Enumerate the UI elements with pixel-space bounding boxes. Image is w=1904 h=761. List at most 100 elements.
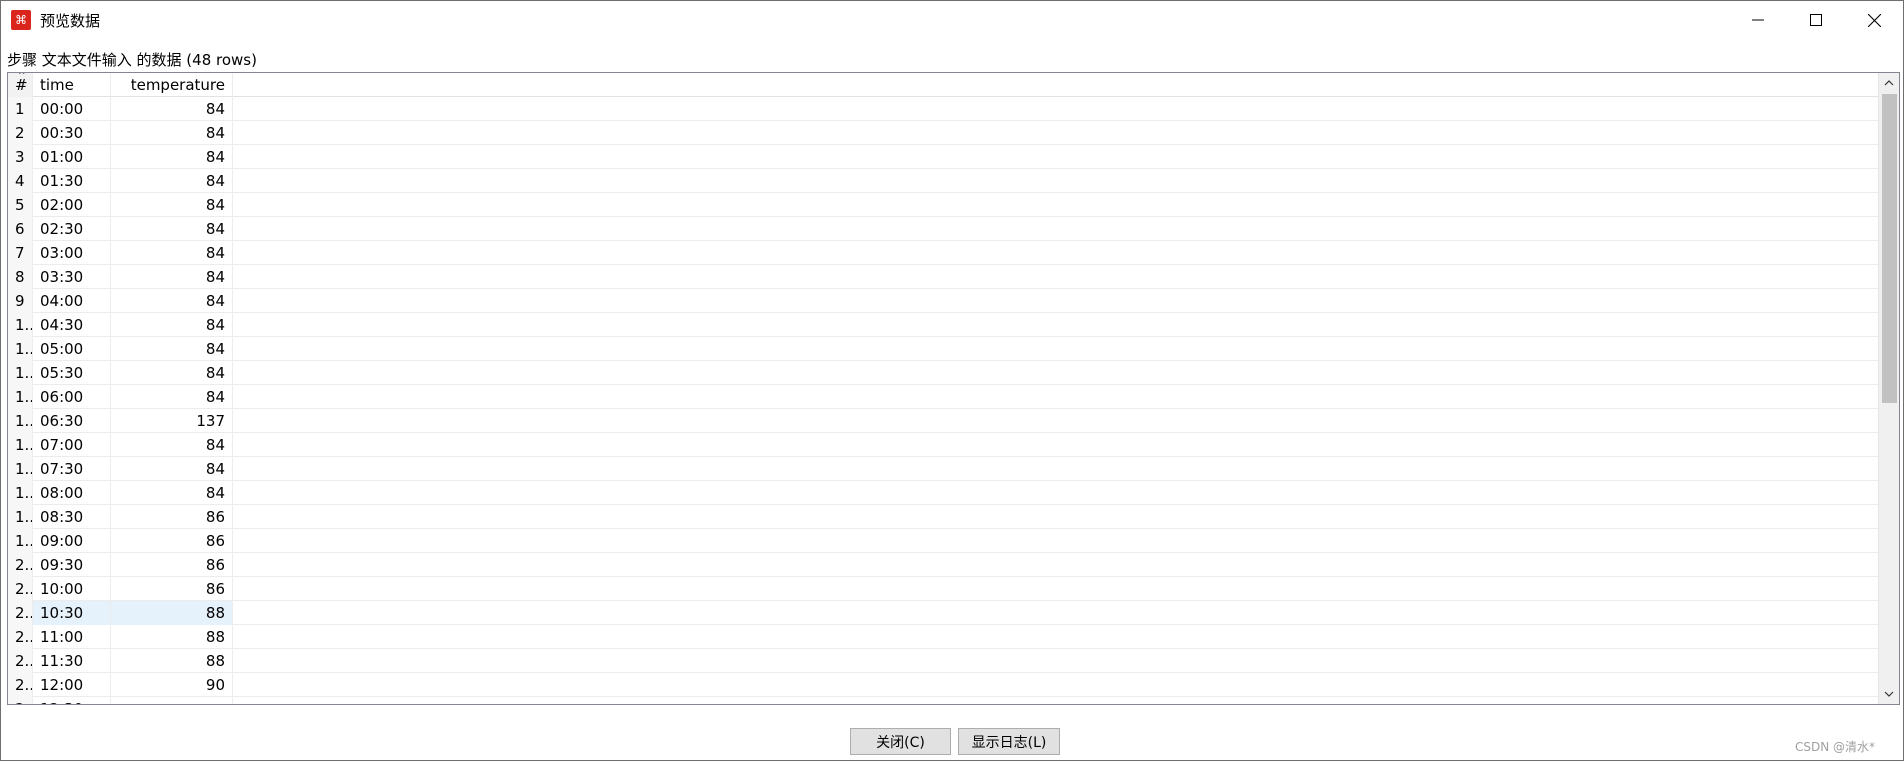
row-number-cell[interactable]: 1..	[8, 481, 33, 505]
temperature-cell[interactable]: 84	[111, 97, 233, 121]
temperature-cell[interactable]: 84	[111, 361, 233, 385]
table-row[interactable]: 1.. 04:30 84	[8, 313, 1878, 337]
scroll-up-button[interactable]	[1879, 73, 1899, 93]
temperature-cell[interactable]: 86	[111, 577, 233, 601]
row-number-cell[interactable]: 9	[8, 289, 33, 313]
table-row[interactable]: 1.. 09:00 86	[8, 529, 1878, 553]
table-row[interactable]: 1.. 05:30 84	[8, 361, 1878, 385]
time-cell[interactable]: 04:30	[33, 313, 111, 337]
temperature-cell[interactable]: 84	[111, 289, 233, 313]
row-number-cell[interactable]: 7	[8, 241, 33, 265]
table-row[interactable]: 1.. 06:30 137	[8, 409, 1878, 433]
row-number-cell[interactable]: 2..	[8, 649, 33, 673]
row-number-cell[interactable]: 2..	[8, 625, 33, 649]
time-cell[interactable]: 04:00	[33, 289, 111, 313]
row-number-cell[interactable]: 1..	[8, 361, 33, 385]
time-cell[interactable]: 05:00	[33, 337, 111, 361]
time-cell[interactable]: 10:30	[33, 601, 111, 625]
time-cell[interactable]: 09:30	[33, 553, 111, 577]
table-row[interactable]: 1.. 06:00 84	[8, 385, 1878, 409]
table-row[interactable]: 7 03:00 84	[8, 241, 1878, 265]
table-row[interactable]: 1.. 08:00 84	[8, 481, 1878, 505]
temperature-cell[interactable]: 90	[111, 673, 233, 697]
time-cell[interactable]: 11:00	[33, 625, 111, 649]
time-cell[interactable]: 10:00	[33, 577, 111, 601]
row-number-cell[interactable]: 2..	[8, 673, 33, 697]
table-row[interactable]: 2.. 09:30 86	[8, 553, 1878, 577]
time-cell[interactable]: 07:00	[33, 433, 111, 457]
temperature-cell[interactable]: 84	[111, 169, 233, 193]
table-row[interactable]: 1.. 07:00 84	[8, 433, 1878, 457]
vertical-scrollbar[interactable]	[1878, 73, 1899, 704]
table-row[interactable]: 2 00:30 84	[8, 121, 1878, 145]
time-cell[interactable]: 07:30	[33, 457, 111, 481]
table-row[interactable]: 1.. 05:00 84	[8, 337, 1878, 361]
time-cell[interactable]: 05:30	[33, 361, 111, 385]
show-log-button[interactable]: 显示日志(L)	[958, 728, 1060, 755]
row-number-cell[interactable]: 8	[8, 265, 33, 289]
row-number-cell[interactable]: 3	[8, 145, 33, 169]
row-number-cell[interactable]: 1..	[8, 337, 33, 361]
time-cell[interactable]: 01:30	[33, 169, 111, 193]
row-number-cell[interactable]: 5	[8, 193, 33, 217]
temperature-cell[interactable]: 86	[111, 529, 233, 553]
row-number-cell[interactable]: 1..	[8, 409, 33, 433]
column-header-time[interactable]: time	[33, 73, 111, 97]
temperature-cell[interactable]: 84	[111, 337, 233, 361]
row-number-cell[interactable]: 2..	[8, 697, 33, 704]
temperature-cell[interactable]: 88	[111, 649, 233, 673]
time-cell[interactable]: 03:30	[33, 265, 111, 289]
row-number-cell[interactable]: 2..	[8, 601, 33, 625]
temperature-cell[interactable]: 84	[111, 217, 233, 241]
time-cell[interactable]: 00:30	[33, 121, 111, 145]
temperature-cell[interactable]: 84	[111, 433, 233, 457]
temperature-cell[interactable]: 84	[111, 313, 233, 337]
time-cell[interactable]: 09:00	[33, 529, 111, 553]
row-number-cell[interactable]: 1..	[8, 313, 33, 337]
time-cell[interactable]: 03:00	[33, 241, 111, 265]
table-row[interactable]: 3 01:00 84	[8, 145, 1878, 169]
data-grid[interactable]: ^ # time temperature 1 00:00 84 2 00:30 84 3 01…	[7, 72, 1900, 705]
table-row[interactable]: 2..12:30	[8, 697, 1878, 704]
row-number-cell[interactable]: 1..	[8, 433, 33, 457]
row-number-cell[interactable]: 6	[8, 217, 33, 241]
close-button[interactable]: 关闭(C)	[850, 728, 951, 755]
time-cell[interactable]: 06:30	[33, 409, 111, 433]
row-number-cell[interactable]: 2..	[8, 553, 33, 577]
temperature-cell[interactable]: 84	[111, 193, 233, 217]
close-window-button[interactable]	[1845, 1, 1903, 39]
table-row[interactable]: 4 01:30 84	[8, 169, 1878, 193]
row-number-cell[interactable]: 1..	[8, 457, 33, 481]
table-row[interactable]: 1.. 08:30 86	[8, 505, 1878, 529]
table-row[interactable]: 2.. 12:00 90	[8, 673, 1878, 697]
table-row[interactable]: 2.. 10:30 88	[8, 601, 1878, 625]
table-row[interactable]: 2.. 11:00 88	[8, 625, 1878, 649]
temperature-cell[interactable]	[111, 697, 233, 704]
temperature-cell[interactable]: 84	[111, 481, 233, 505]
temperature-cell[interactable]: 86	[111, 505, 233, 529]
temperature-cell[interactable]: 84	[111, 121, 233, 145]
scrollbar-thumb[interactable]	[1882, 94, 1897, 403]
column-header-number[interactable]: ^ #	[8, 73, 33, 97]
table-row[interactable]: 8 03:30 84	[8, 265, 1878, 289]
row-number-cell[interactable]: 1	[8, 97, 33, 121]
time-cell[interactable]: 02:00	[33, 193, 111, 217]
table-row[interactable]: 5 02:00 84	[8, 193, 1878, 217]
time-cell[interactable]: 00:00	[33, 97, 111, 121]
row-number-cell[interactable]: 2	[8, 121, 33, 145]
time-cell[interactable]: 12:30	[33, 697, 111, 704]
table-row[interactable]: 6 02:30 84	[8, 217, 1878, 241]
scroll-down-button[interactable]	[1879, 684, 1899, 704]
temperature-cell[interactable]: 88	[111, 625, 233, 649]
title-bar[interactable]: ⌘ 预览数据	[1, 1, 1903, 39]
row-number-cell[interactable]: 2..	[8, 577, 33, 601]
table-row[interactable]: 2.. 10:00 86	[8, 577, 1878, 601]
temperature-cell[interactable]: 88	[111, 601, 233, 625]
time-cell[interactable]: 11:30	[33, 649, 111, 673]
time-cell[interactable]: 01:00	[33, 145, 111, 169]
row-number-cell[interactable]: 1..	[8, 505, 33, 529]
temperature-cell[interactable]: 137	[111, 409, 233, 433]
temperature-cell[interactable]: 84	[111, 241, 233, 265]
temperature-cell[interactable]: 86	[111, 553, 233, 577]
table-row[interactable]: 2.. 11:30 88	[8, 649, 1878, 673]
